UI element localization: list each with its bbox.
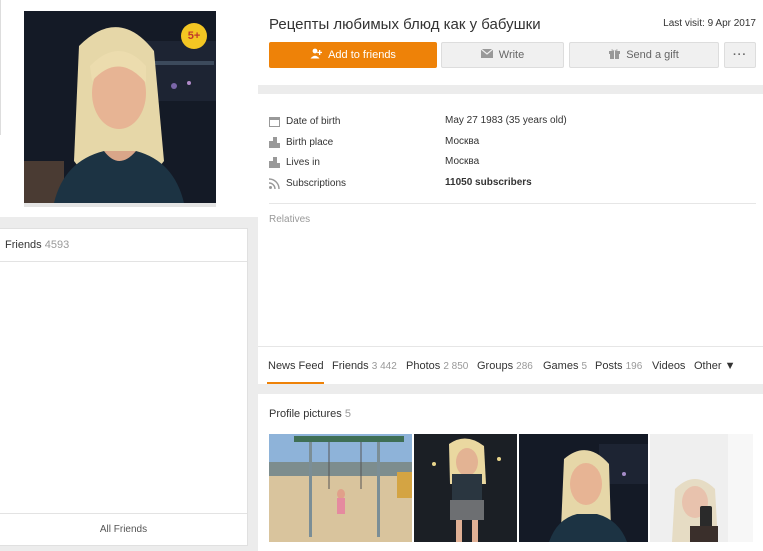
tab-label: Photos — [406, 360, 441, 372]
tab-games[interactable]: Games 5 — [543, 360, 587, 372]
section-gap — [258, 85, 763, 94]
active-tab-indicator — [267, 382, 324, 384]
info-value: May 27 1983 (35 years old) — [445, 115, 567, 126]
friends-label: Friends — [5, 239, 42, 251]
info-row-birth-date: Date of birth — [269, 114, 340, 128]
photo-thumbnail[interactable] — [519, 434, 648, 542]
tab-label: Videos — [652, 360, 686, 372]
profile-info: Date of birth May 27 1983 (35 years old)… — [258, 94, 763, 346]
tab-count: 3 442 — [371, 361, 397, 372]
relatives-heading: Relatives — [269, 214, 311, 225]
info-row-subscriptions: Subscriptions — [269, 176, 346, 190]
tab-groups[interactable]: Groups 286 — [477, 360, 533, 372]
info-row-birth-place: Birth place — [269, 135, 333, 149]
more-button[interactable]: ··· — [724, 42, 756, 68]
tab-label: News Feed — [268, 360, 324, 372]
tab-label: Other ▼ — [694, 360, 736, 372]
rss-icon — [269, 177, 280, 189]
add-user-icon — [310, 48, 323, 62]
tab-label: Games — [543, 360, 579, 372]
tab-label: Posts — [595, 360, 623, 372]
info-value[interactable]: Москва — [445, 136, 479, 147]
info-value[interactable]: Москва — [445, 156, 479, 167]
friends-count: 4593 — [44, 239, 70, 251]
photo-thumbnail[interactable] — [414, 434, 517, 542]
avatar-shadow — [24, 203, 216, 207]
tab-friends[interactable]: Friends 3 442 — [332, 360, 397, 372]
city-icon — [269, 156, 280, 168]
info-label: Date of birth — [286, 115, 341, 127]
divider — [0, 513, 247, 514]
tab-videos[interactable]: Videos — [652, 360, 685, 372]
tab-count: 286 — [516, 361, 533, 372]
divider — [269, 203, 756, 204]
profile-name: Рецепты любимых блюд как у бабушки — [269, 16, 541, 33]
write-button[interactable]: Write — [441, 42, 564, 68]
divider — [0, 261, 247, 262]
tab-count: 196 — [625, 361, 643, 372]
tab-count: 5 — [581, 361, 588, 372]
profile-pictures-count: 5 — [344, 408, 351, 420]
add-to-friends-label: Add to friends — [328, 49, 396, 61]
calendar-icon — [269, 116, 280, 127]
tab-posts[interactable]: Posts 196 — [595, 360, 642, 372]
tab-label: Friends — [332, 360, 369, 372]
profile-pictures-label: Profile pictures — [269, 408, 342, 420]
profile-tabs: News Feed Friends 3 442 Photos 2 850 Gro… — [258, 346, 763, 384]
send-gift-button[interactable]: Send a gift — [569, 42, 719, 68]
envelope-icon — [480, 48, 494, 61]
friends-card: Friends 4593 All Friends — [0, 228, 248, 546]
tab-photos[interactable]: Photos 2 850 — [406, 360, 468, 372]
add-to-friends-button[interactable]: Add to friends — [269, 42, 437, 68]
subscribers-count[interactable]: 11050 subscribers — [445, 177, 532, 188]
profile-pictures-heading[interactable]: Profile pictures 5 — [269, 408, 351, 420]
friends-header[interactable]: Friends 4593 — [5, 239, 69, 251]
gift-icon — [609, 48, 621, 62]
avatar[interactable]: 5+ — [24, 11, 216, 203]
all-friends-link[interactable]: All Friends — [0, 524, 247, 535]
photo-thumbnail[interactable] — [269, 434, 412, 542]
age-badge: 5+ — [181, 23, 207, 49]
tab-other[interactable]: Other ▼ — [694, 360, 735, 372]
tab-count: 2 850 — [443, 361, 469, 372]
city-icon — [269, 136, 280, 148]
info-label: Subscriptions — [286, 177, 347, 189]
last-visit: Last visit: 9 Apr 2017 — [663, 18, 756, 29]
info-row-lives-in: Lives in — [269, 155, 320, 169]
profile-pictures: Profile pictures 5 — [258, 394, 763, 551]
info-label: Birth place — [286, 136, 334, 148]
photo-thumbnail[interactable] — [650, 434, 753, 542]
write-label: Write — [498, 49, 525, 61]
send-gift-label: Send a gift — [626, 49, 679, 61]
profile-header: Рецепты любимых блюд как у бабушки Last … — [258, 0, 763, 85]
tab-news-feed[interactable]: News Feed — [268, 360, 324, 372]
tab-label: Groups — [477, 360, 514, 372]
info-label: Lives in — [286, 156, 320, 168]
